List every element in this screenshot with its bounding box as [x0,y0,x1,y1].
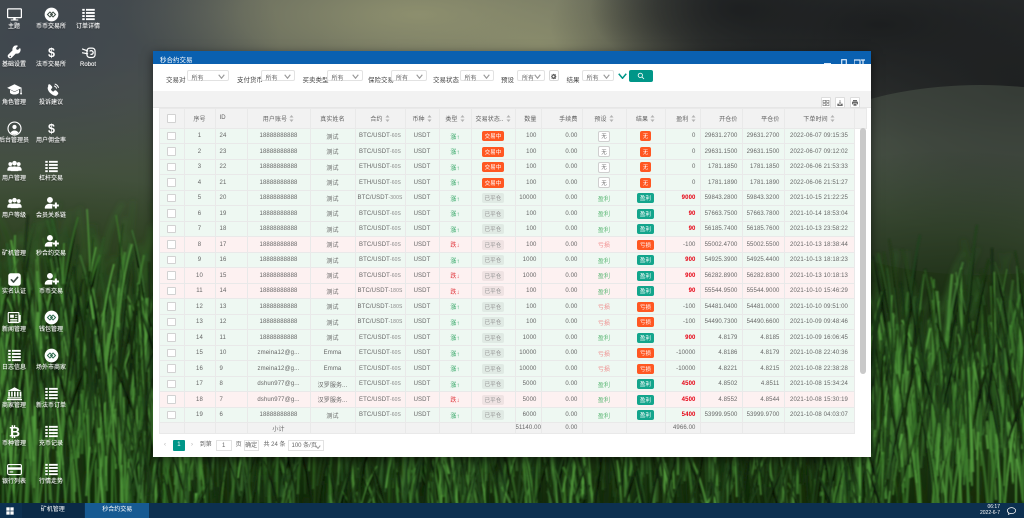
svg-text:$: $ [48,122,55,136]
svg-text:₿: ₿ [8,425,19,440]
svg-text:$: $ [48,46,55,60]
